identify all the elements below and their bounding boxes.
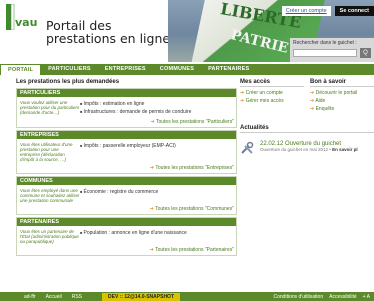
search-label: Rechercher dans le guichet : xyxy=(293,40,357,46)
block-description: Vous êtes utilisateur d'une prestation p… xyxy=(20,142,73,162)
tab-partenaires[interactable]: PARTENAIRES xyxy=(201,64,256,75)
service-link[interactable]: Infrastructures : demande de permis de c… xyxy=(80,108,233,116)
dev-version-badge: DEV :: 12@14.0-SNAPSHOT xyxy=(102,292,181,301)
account-links: Créer un compte Se connect xyxy=(281,6,374,16)
tab-particuliers[interactable]: PARTICULIERS xyxy=(41,64,98,75)
search-panel: Rechercher dans le guichet : Q xyxy=(290,38,374,62)
font-size-toggle[interactable]: + A xyxy=(363,294,370,300)
news-title: Actualités xyxy=(240,125,374,133)
block-heading: PARTICULIERS xyxy=(17,89,236,97)
block-description: Vous êtes un partenaire de l'État (admin… xyxy=(20,229,79,244)
all-services-link[interactable]: Toutes les prestations "Communes" xyxy=(17,206,236,214)
all-services-link[interactable]: Toutes les prestations "Partenaires" xyxy=(17,247,236,255)
survey-link[interactable]: Enquête xyxy=(310,105,374,113)
all-services-link[interactable]: Toutes les prestations "Particuliers" xyxy=(17,119,236,127)
news-panel: Actualités 22.02.12 Ouverture du guichet… xyxy=(240,125,374,155)
block-heading: COMMUNES xyxy=(17,177,236,185)
block-description: Vous voulez utiliser une prestation pour… xyxy=(20,100,80,115)
site-title-line2: prestations en ligne xyxy=(46,31,171,46)
create-account-link[interactable]: Créer un compte xyxy=(281,6,331,16)
footer-link[interactable]: ad-ffr xyxy=(24,294,36,300)
news-item: 22.02.12 Ouverture du guichet Ouverture … xyxy=(240,141,374,155)
mes-acces-panel: Mes accès Créer un compte Gérer mes accè… xyxy=(240,79,304,113)
service-link[interactable]: Impôts : passerelle employeur (EMP-ACI) xyxy=(80,142,233,150)
news-text: Ouverture du guichet en mai 2012 • xyxy=(260,147,331,152)
all-services-link[interactable]: Toutes les prestations "Entreprises" xyxy=(17,165,236,173)
block-particuliers: PARTICULIERS Vous voulez utiliser une pr… xyxy=(16,88,237,128)
header: vaud Portail des prestations en ligne LI… xyxy=(0,0,374,62)
login-button[interactable]: Se connect xyxy=(334,6,374,16)
footer: ad-ffr Accueil RSS DEV :: 12@14.0-SNAPSH… xyxy=(0,292,374,301)
bon-a-savoir-panel: Bon à savoir Découvrir le portail Aide E… xyxy=(310,79,374,113)
rss-link[interactable]: RSS xyxy=(72,294,82,300)
vaud-logo[interactable]: vaud xyxy=(6,4,38,30)
popular-services-title: Les prestations les plus demandées xyxy=(16,79,120,85)
block-heading: PARTENAIRES xyxy=(17,218,236,226)
block-description: Vous êtes employé dans une commune et so… xyxy=(20,188,80,203)
search-input[interactable] xyxy=(293,49,357,57)
create-account-sidebar-link[interactable]: Créer un compte xyxy=(240,89,304,97)
main-content: Les prestations les plus demandées PARTI… xyxy=(16,79,237,258)
service-link[interactable]: Économie : registre du commerce xyxy=(80,188,233,196)
right-sidebar: Mes accès Créer un compte Gérer mes accè… xyxy=(240,79,374,113)
site-title[interactable]: Portail des prestations en ligne xyxy=(46,19,170,45)
mes-acces-title: Mes accès xyxy=(240,79,304,87)
service-link[interactable]: Impôts : estimation en ligne xyxy=(80,100,233,108)
news-summary: Ouverture du guichet en mai 2012 • En sa… xyxy=(260,147,358,152)
svg-text:vaud: vaud xyxy=(15,16,38,29)
block-heading: ENTREPRISES xyxy=(17,131,236,139)
main-nav: PORTAIL PARTICULIERS ENTREPRISES COMMUNE… xyxy=(0,64,374,75)
read-more-link[interactable]: En savoir pl xyxy=(332,147,358,152)
bon-a-savoir-title: Bon à savoir xyxy=(310,79,374,87)
tools-icon xyxy=(241,141,254,154)
help-link[interactable]: Aide xyxy=(310,97,374,105)
tab-portail[interactable]: PORTAIL xyxy=(0,64,42,75)
block-communes: COMMUNES Vous êtes employé dans une comm… xyxy=(16,176,237,215)
block-entreprises: ENTREPRISES Vous êtes utilisateur d'une … xyxy=(16,130,237,174)
service-link[interactable]: Population : annonce en ligne d'une nais… xyxy=(80,229,233,237)
terms-link[interactable]: Conditions d'utilisation xyxy=(274,294,324,300)
tab-communes[interactable]: COMMUNES xyxy=(153,64,201,75)
discover-portal-link[interactable]: Découvrir le portail xyxy=(310,89,374,97)
accessibility-link[interactable]: Accessibilité xyxy=(329,294,357,300)
manage-access-link[interactable]: Gérer mes accès xyxy=(240,97,304,105)
footer-home-link[interactable]: Accueil xyxy=(46,294,62,300)
block-partenaires: PARTENAIRES Vous êtes un partenaire de l… xyxy=(16,217,237,256)
tab-entreprises[interactable]: ENTREPRISES xyxy=(98,64,153,75)
search-button[interactable]: Q xyxy=(360,48,371,58)
